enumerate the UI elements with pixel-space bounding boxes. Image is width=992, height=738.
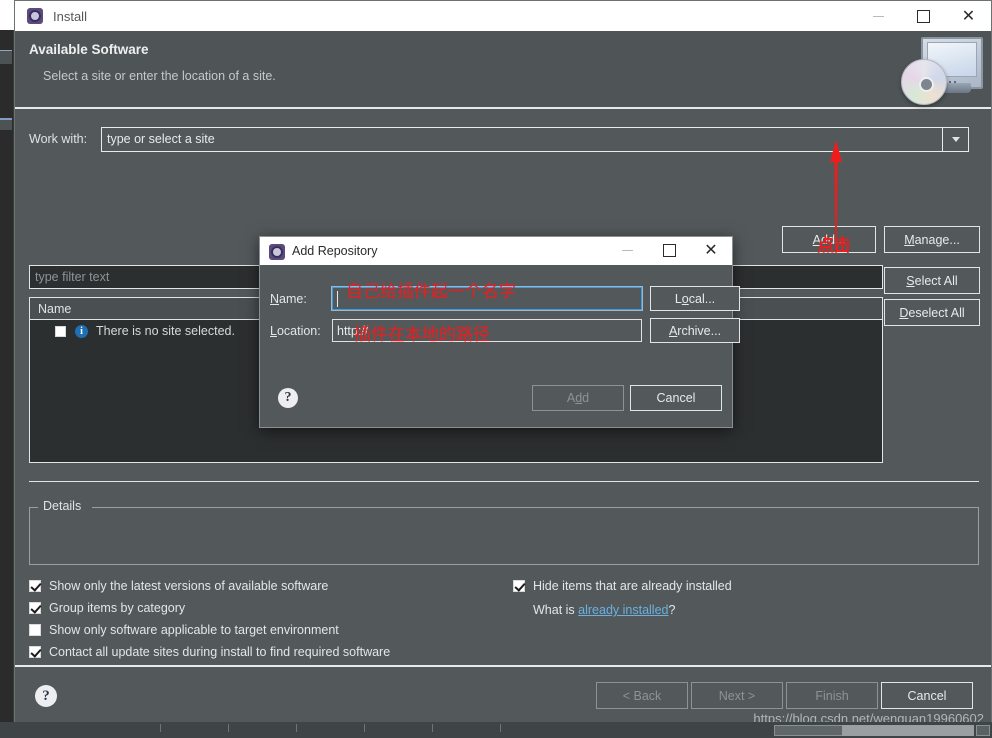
details-legend: Details <box>40 499 85 513</box>
work-with-combo[interactable]: type or select a site <box>101 126 969 152</box>
archive-button[interactable]: Archive... <box>650 318 740 343</box>
close-icon[interactable]: ✕ <box>946 1 991 31</box>
repo-footer-buttons: Add Cancel <box>532 385 722 411</box>
back-button[interactable]: < Back <box>596 682 688 709</box>
details-group: Details <box>29 499 979 565</box>
window-controls: ✕ <box>856 1 991 31</box>
background-window-titlebar <box>0 0 14 30</box>
next-button[interactable]: Next > <box>691 682 783 709</box>
text-caret <box>337 291 338 307</box>
background-scrollbar-button[interactable] <box>976 725 990 736</box>
finish-button[interactable]: Finish <box>786 682 878 709</box>
repo-name-input[interactable] <box>331 286 643 311</box>
checkbox-box[interactable] <box>29 624 41 636</box>
options-left: Show only the latest versions of availab… <box>29 575 390 663</box>
column-header-extra[interactable] <box>722 298 882 319</box>
maximize-icon[interactable] <box>901 1 946 31</box>
checkbox-show-latest[interactable]: Show only the latest versions of availab… <box>29 575 390 597</box>
minimize-icon[interactable] <box>856 1 901 31</box>
repo-name-label: Name: <box>270 291 307 306</box>
checkbox-box[interactable] <box>29 602 41 614</box>
separator <box>29 481 979 482</box>
footer-buttons: < Back Next > Finish Cancel <box>596 682 973 709</box>
background-left-marker-2 <box>0 118 12 130</box>
close-icon[interactable]: ✕ <box>690 236 732 264</box>
add-repository-dialog: Add Repository ✕ Name: Lo cal... Location… <box>259 236 740 428</box>
row-checkbox[interactable] <box>55 325 66 337</box>
minimize-icon[interactable] <box>606 236 648 264</box>
repo-window-controls: ✕ <box>606 236 732 266</box>
deselect-all-button[interactable]: Deselect All <box>884 299 980 326</box>
eclipse-gear-icon <box>269 243 285 260</box>
checkbox-group-by-category[interactable]: Group items by category <box>29 597 390 619</box>
repo-body: Name: Lo cal... Location: http:// Archive… <box>260 265 740 427</box>
repo-add-button[interactable]: Add <box>532 385 624 411</box>
checkbox-label: Group items by category <box>49 601 186 615</box>
work-with-row: Work with: type or select a site <box>29 126 977 152</box>
page-subtitle: Select a site or enter the location of a… <box>43 69 276 83</box>
checkbox-label: Hide items that are already installed <box>533 579 732 593</box>
already-installed-link[interactable]: already installed <box>578 603 668 617</box>
repo-titlebar: Add Repository ✕ <box>260 237 732 265</box>
what-is-suffix: ? <box>668 603 676 617</box>
window-title: Install <box>53 8 87 24</box>
repo-name-row: Name: Lo cal... <box>270 286 740 311</box>
work-with-label: Work with: <box>29 132 88 146</box>
checkbox-label: Contact all update sites during install … <box>49 645 391 659</box>
repo-location-row: Location: http:// Archive... <box>270 318 740 343</box>
repo-cancel-button[interactable]: Cancel <box>630 385 722 411</box>
what-is-prefix: What is <box>533 603 579 617</box>
row-label: There is no site selected. <box>96 324 235 338</box>
select-all-button[interactable]: Select All <box>884 267 980 294</box>
work-with-value: type or select a site <box>107 132 215 146</box>
what-is-row: What is already installed? <box>533 603 732 617</box>
add-button[interactable]: Add... <box>782 226 876 253</box>
chevron-down-icon[interactable] <box>942 127 968 151</box>
help-icon[interactable]: ? <box>35 685 57 707</box>
options-right: Hide items that are already installed Wh… <box>513 575 732 617</box>
background-scrollbar-thumb[interactable] <box>842 725 974 736</box>
page-title: Available Software <box>29 42 149 57</box>
help-icon[interactable]: ? <box>278 388 298 408</box>
checkbox-box[interactable] <box>29 646 41 658</box>
eclipse-gear-icon <box>27 8 43 24</box>
install-titlebar: Install ✕ <box>15 1 991 31</box>
info-icon: i <box>75 324 88 338</box>
checkbox-box[interactable] <box>29 580 41 592</box>
repo-window-title: Add Repository <box>292 244 378 258</box>
repo-location-label: Location: <box>270 323 321 338</box>
computer-cd-icon <box>897 37 985 105</box>
background-left-strip <box>0 0 14 738</box>
repo-location-input[interactable]: http:// <box>332 319 642 342</box>
background-left-marker <box>0 50 12 64</box>
checkbox-label: Show only software applicable to target … <box>49 623 339 637</box>
checkbox-hide-installed[interactable]: Hide items that are already installed <box>513 575 732 597</box>
checkbox-label: Show only the latest versions of availab… <box>49 579 329 593</box>
repo-footer: ? Add Cancel <box>260 383 732 417</box>
repo-location-value: http:// <box>337 323 369 338</box>
cancel-button[interactable]: Cancel <box>881 682 973 709</box>
checkbox-box[interactable] <box>513 580 525 592</box>
wizard-header: Available Software Select a site or ente… <box>15 31 991 109</box>
local-button[interactable]: Lo cal... <box>650 286 740 311</box>
screen: at Install ✕ Available Software Select a… <box>0 0 992 738</box>
manage-button[interactable]: Manage... <box>884 226 980 253</box>
checkbox-target-environment[interactable]: Show only software applicable to target … <box>29 619 390 641</box>
maximize-icon[interactable] <box>648 236 690 264</box>
checkbox-contact-all-sites[interactable]: Contact all update sites during install … <box>29 641 390 663</box>
